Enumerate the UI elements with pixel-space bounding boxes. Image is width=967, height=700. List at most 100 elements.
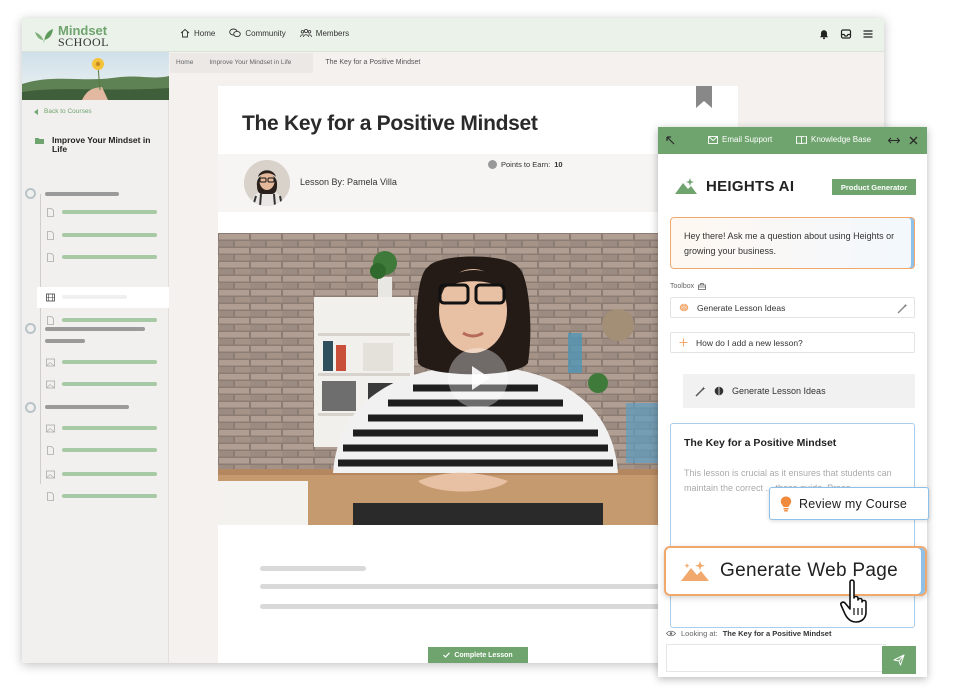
nav-home[interactable]: Home bbox=[180, 28, 215, 38]
lesson-title-placeholder[interactable] bbox=[62, 318, 157, 322]
outline-tree-line bbox=[40, 194, 41, 484]
sidebar-course-title: Improve Your Mindset in Life bbox=[35, 136, 165, 154]
magic-wand-icon[interactable] bbox=[897, 303, 908, 314]
lesson-title-placeholder[interactable] bbox=[62, 382, 157, 386]
inbox-icon[interactable] bbox=[840, 28, 852, 40]
breadcrumb-home[interactable]: Home bbox=[170, 53, 200, 73]
email-support-label: Email Support bbox=[722, 135, 773, 144]
looking-at-context: Looking at: The Key for a Positive Minds… bbox=[666, 629, 831, 638]
lesson-title-placeholder[interactable] bbox=[62, 255, 157, 259]
send-message-button[interactable] bbox=[882, 646, 916, 674]
knowledge-base-link[interactable]: Knowledge Base bbox=[796, 135, 871, 144]
image-icon bbox=[46, 424, 55, 433]
knowledge-base-label: Knowledge Base bbox=[811, 135, 872, 144]
generate-lesson-ideas-button[interactable]: Generate Lesson Ideas bbox=[683, 374, 915, 408]
lesson-title-placeholder[interactable] bbox=[62, 494, 157, 498]
complete-lesson-button[interactable]: Complete Lesson bbox=[428, 647, 528, 663]
image-icon bbox=[46, 358, 55, 367]
toolbox-icon bbox=[698, 283, 707, 290]
tool-how-to-add-lesson-label: How do I add a new lesson? bbox=[696, 337, 803, 348]
course-sidebar: Back to Courses Improve Your Mindset in … bbox=[22, 52, 169, 663]
caret-left-icon bbox=[34, 108, 38, 115]
toolbox-label-text: Toolbox bbox=[670, 283, 695, 290]
logo-line2: SCHOOL bbox=[58, 35, 110, 49]
bell-icon[interactable] bbox=[818, 28, 830, 40]
lesson-title-placeholder[interactable] bbox=[62, 210, 157, 214]
review-my-course-button[interactable]: Review my Course bbox=[769, 487, 929, 520]
section-title-placeholder bbox=[45, 405, 129, 409]
breadcrumb-course[interactable]: Improve Your Mindset in Life bbox=[199, 53, 314, 73]
section-marker[interactable] bbox=[25, 402, 36, 413]
lesson-title-placeholder[interactable] bbox=[62, 472, 157, 476]
image-icon bbox=[46, 470, 55, 479]
looking-at-label: Looking at: bbox=[681, 629, 718, 638]
email-support-link[interactable]: Email Support bbox=[708, 135, 772, 144]
doc-icon bbox=[47, 316, 54, 325]
lightbulb-icon bbox=[780, 496, 792, 511]
course-title-text: Improve Your Mindset in Life bbox=[52, 135, 151, 154]
play-icon bbox=[472, 366, 490, 390]
tool-generate-lesson-ideas[interactable]: Generate Lesson Ideas bbox=[670, 297, 915, 318]
section-title-placeholder bbox=[45, 192, 119, 196]
top-navbar: Mindset SCHOOL Home Community Members bbox=[22, 18, 884, 52]
product-generator-badge[interactable]: Product Generator bbox=[832, 179, 916, 195]
topbar-actions bbox=[818, 28, 874, 40]
lesson-author: Lesson By: Pamela Villa bbox=[300, 177, 397, 187]
lesson-title-placeholder[interactable] bbox=[62, 233, 157, 237]
lesson-title-placeholder[interactable] bbox=[62, 448, 157, 452]
collapse-arrow-icon[interactable] bbox=[666, 136, 675, 145]
generate-web-page-button[interactable]: Generate Web Page bbox=[664, 546, 927, 596]
home-icon bbox=[180, 28, 190, 38]
author-avatar bbox=[244, 160, 290, 206]
plus-icon bbox=[679, 338, 688, 347]
expand-horizontal-icon[interactable] bbox=[888, 136, 900, 145]
breadcrumb: Home Improve Your Mindset in Life The Ke… bbox=[170, 53, 426, 73]
tool-generate-lesson-ideas-label: Generate Lesson Ideas bbox=[697, 302, 786, 313]
film-icon bbox=[46, 293, 55, 302]
image-icon bbox=[46, 380, 55, 389]
doc-icon bbox=[47, 208, 54, 217]
section-title-placeholder bbox=[45, 339, 85, 343]
play-button[interactable] bbox=[448, 348, 508, 408]
nav-members[interactable]: Members bbox=[299, 28, 349, 38]
main-nav: Home Community Members bbox=[180, 28, 349, 38]
back-to-courses-label: Back to Courses bbox=[44, 108, 92, 115]
close-icon[interactable] bbox=[909, 136, 918, 145]
looking-at-value: The Key for a Positive Mindset bbox=[722, 629, 832, 638]
brain-icon bbox=[714, 386, 724, 396]
leaf-logo-icon bbox=[35, 29, 53, 44]
send-icon bbox=[893, 654, 905, 666]
active-lesson-placeholder[interactable] bbox=[62, 295, 127, 299]
bookmark-icon[interactable] bbox=[696, 86, 712, 108]
brain-icon bbox=[679, 303, 689, 312]
mountain-sparkle-icon bbox=[681, 561, 709, 581]
heights-ai-title: HEIGHTS AI bbox=[706, 177, 795, 195]
mail-icon bbox=[708, 135, 718, 144]
toolbox-label: Toolbox bbox=[670, 283, 707, 290]
lesson-title: The Key for a Positive Mindset bbox=[242, 112, 538, 135]
lesson-title-placeholder[interactable] bbox=[62, 426, 157, 430]
section-marker[interactable] bbox=[25, 188, 36, 199]
points-icon bbox=[488, 160, 497, 169]
menu-icon[interactable] bbox=[862, 28, 874, 40]
doc-icon bbox=[47, 446, 54, 455]
doc-icon bbox=[47, 253, 54, 262]
ai-message-input[interactable] bbox=[666, 644, 886, 672]
section-marker[interactable] bbox=[25, 323, 36, 334]
points-value: 10 bbox=[554, 160, 563, 169]
nav-community-label: Community bbox=[245, 28, 286, 38]
chat-icon bbox=[229, 28, 242, 38]
course-cover-image bbox=[22, 52, 169, 100]
doc-icon bbox=[47, 231, 54, 240]
result-title: The Key for a Positive Mindset bbox=[684, 437, 837, 449]
mindset-school-logo[interactable]: Mindset SCHOOL bbox=[34, 24, 126, 49]
nav-community[interactable]: Community bbox=[229, 28, 286, 38]
nav-home-label: Home bbox=[194, 28, 216, 38]
members-icon bbox=[299, 28, 312, 38]
ai-greeting-message: Hey there! Ask me a question about using… bbox=[670, 217, 915, 269]
lesson-title-placeholder[interactable] bbox=[62, 360, 157, 364]
back-to-courses-link[interactable]: Back to Courses bbox=[34, 108, 92, 115]
tool-how-to-add-lesson[interactable]: How do I add a new lesson? bbox=[670, 332, 915, 353]
magic-wand-icon bbox=[695, 386, 706, 396]
section-title-placeholder bbox=[45, 327, 145, 331]
